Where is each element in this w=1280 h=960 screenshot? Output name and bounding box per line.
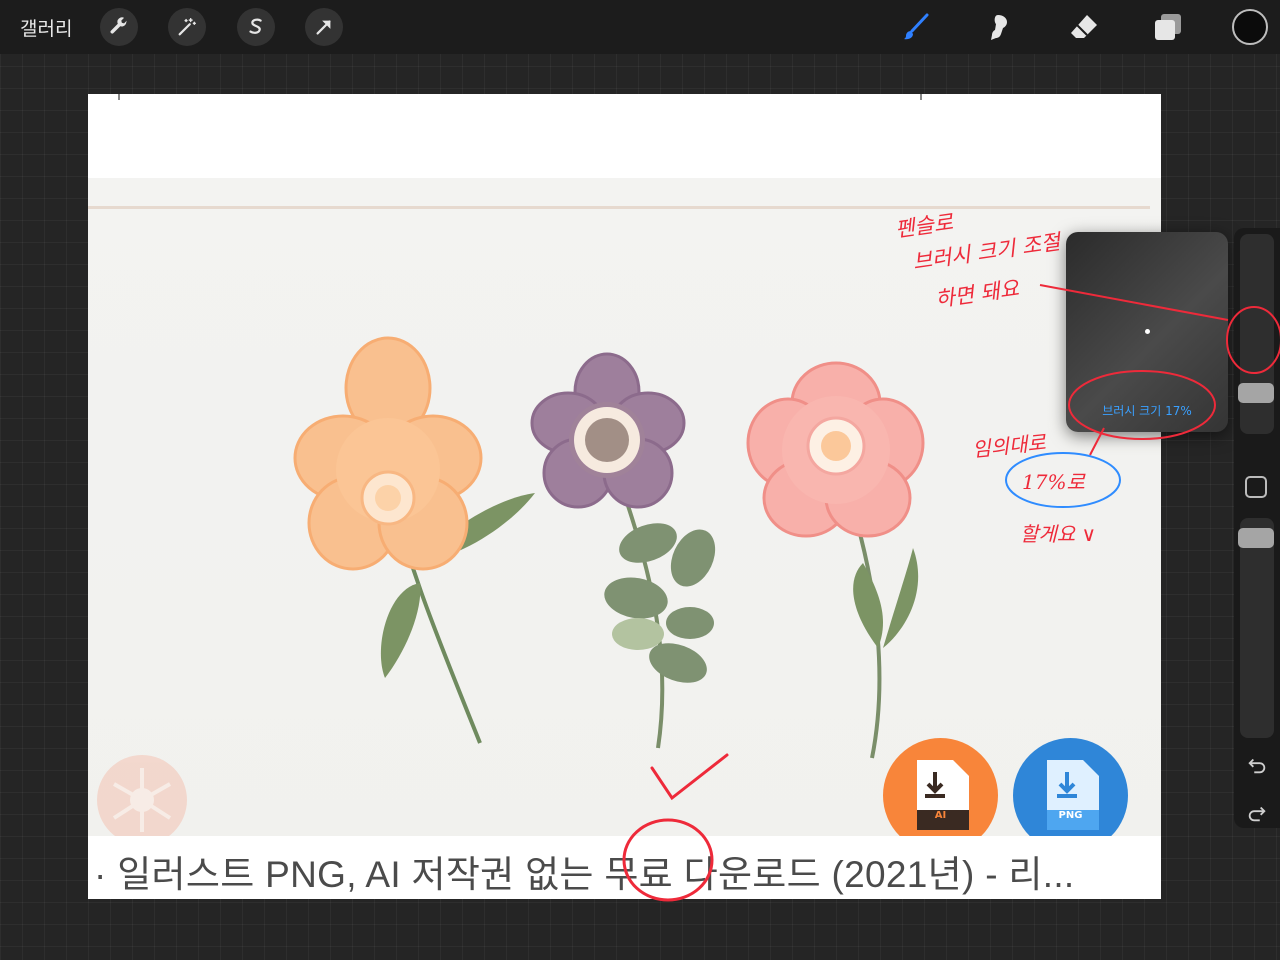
- gallery-button[interactable]: 갤러리: [20, 14, 72, 41]
- transform-arrow-icon: [316, 20, 331, 35]
- brush-size-popup: 브러시 크기 17%: [1066, 232, 1228, 432]
- download-icon: [916, 760, 969, 830]
- eraser-tool-button[interactable]: [1066, 9, 1102, 45]
- brush-size-label: 브러시 크기 17%: [1102, 404, 1192, 418]
- download-icon: [1046, 760, 1099, 830]
- caption-after: 다운로드 (2021년) - 리...: [673, 854, 1075, 895]
- color-picker-button[interactable]: [1232, 9, 1268, 45]
- opacity-thumb[interactable]: [1238, 528, 1274, 548]
- transform-button[interactable]: [305, 8, 343, 46]
- wrench-icon: [110, 17, 127, 34]
- smudge-tool-button[interactable]: [982, 9, 1018, 45]
- modify-button[interactable]: [1245, 476, 1267, 498]
- layers-icon: [1155, 14, 1181, 40]
- purple-flower: [530, 352, 716, 749]
- adjustments-button[interactable]: [168, 8, 206, 46]
- redo-button[interactable]: [1244, 800, 1270, 826]
- redo-icon: [1248, 806, 1266, 822]
- selection-button[interactable]: [237, 8, 275, 46]
- smudge-icon: [991, 15, 1007, 40]
- caption-highlight: 무료: [604, 854, 674, 895]
- brush-tool-button[interactable]: [898, 9, 934, 45]
- pink-flower: [746, 361, 925, 759]
- ai-badge-label: AI: [934, 810, 947, 821]
- opacity-slider[interactable]: [1238, 518, 1274, 738]
- note-mid-line2: 17%로: [1022, 470, 1085, 494]
- eraser-icon: [1071, 15, 1097, 38]
- right-sidebar: [1234, 228, 1280, 828]
- undo-button[interactable]: [1244, 752, 1270, 778]
- image-caption: · 일러스트 PNG, AI 저작권 없는 무료 다운로드 (2021년) - …: [88, 836, 1161, 899]
- watermark-logo: [97, 755, 187, 845]
- png-badge-label: PNG: [1058, 810, 1083, 821]
- brush-preview-dot: [1145, 329, 1150, 334]
- brush-size-slider[interactable]: [1238, 234, 1274, 434]
- caption-before: · 일러스트 PNG, AI 저작권 없는: [94, 854, 605, 895]
- orange-flower: [293, 336, 535, 744]
- magic-wand-icon: [178, 18, 196, 36]
- brush-size-thumb[interactable]: [1238, 383, 1274, 403]
- top-toolbar: 갤러리: [0, 0, 1280, 54]
- brush-icon: [904, 13, 929, 40]
- drawing-canvas[interactable]: AI PNG · 일러스트 PNG, AI 저작권 없는 무료 다운로드 (20…: [88, 94, 1161, 899]
- layers-button[interactable]: [1150, 9, 1186, 45]
- actions-wrench-button[interactable]: [100, 8, 138, 46]
- note-mid-line3: 할게요 ∨: [1020, 522, 1097, 546]
- selection-s-icon: [249, 18, 262, 34]
- undo-icon: [1248, 758, 1266, 774]
- page-top-strip: [88, 94, 1161, 100]
